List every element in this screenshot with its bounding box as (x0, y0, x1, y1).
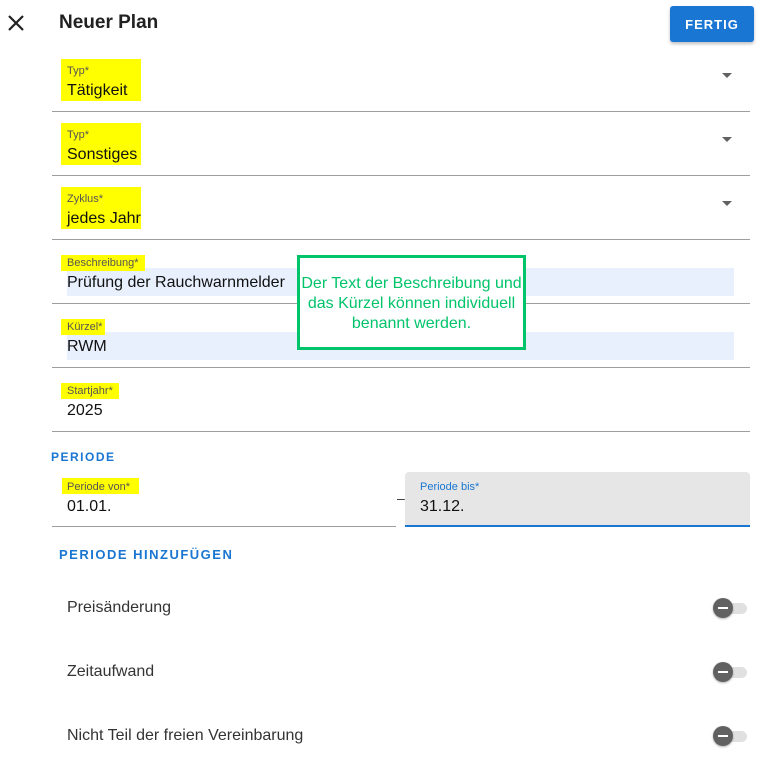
dropdown-arrow-icon (722, 73, 732, 78)
toggle-row-time-effort: Zeitaufwand (67, 657, 757, 687)
dropdown-arrow-icon (722, 201, 732, 206)
toggle-label: Preisänderung (67, 599, 172, 616)
type-value: Tätigkeit (67, 82, 128, 99)
add-period-button[interactable]: PERIODE HINZUFÜGEN (59, 547, 233, 562)
close-button[interactable] (4, 11, 28, 35)
period-separator: – (397, 490, 405, 506)
start-year-input[interactable]: 2025 (67, 402, 103, 420)
subtype-value: Sonstiges (67, 146, 138, 163)
start-year-field[interactable]: Startjahr* 2025 (52, 367, 750, 432)
description-input[interactable]: Prüfung der Rauchwarnmelder (67, 274, 285, 292)
page-title: Neuer Plan (59, 12, 159, 33)
toggle-label: Nicht Teil der freien Vereinbarung (67, 727, 304, 744)
type-select[interactable]: Typ* Tätigkeit (52, 47, 750, 112)
annotation-text: Der Text der Beschreibung und das Kürzel… (301, 274, 522, 332)
dropdown-arrow-icon (722, 137, 732, 142)
toggle-knob-minus-icon (713, 598, 733, 618)
period-from-field[interactable]: Periode von* 01.01. (52, 472, 396, 527)
toggle-row-price-change: Preisänderung (67, 593, 757, 623)
period-to-label: Periode bis* (420, 481, 480, 493)
period-to-field[interactable]: Periode bis* 31.12. (405, 472, 750, 527)
period-section-title: PERIODE (51, 450, 116, 464)
abbreviation-label: Kürzel* (67, 321, 103, 333)
annotation-callout: Der Text der Beschreibung und das Kürzel… (297, 255, 526, 350)
abbreviation-input[interactable]: RWM (67, 338, 107, 356)
toggle-label: Zeitaufwand (67, 663, 155, 680)
description-label: Beschreibung* (67, 257, 139, 269)
subtype-label: Typ* (67, 129, 90, 141)
type-label: Typ* (67, 65, 90, 77)
period-from-label: Periode von* (67, 481, 130, 493)
period-to-input[interactable]: 31.12. (420, 498, 464, 516)
period-from-input[interactable]: 01.01. (67, 498, 111, 516)
close-icon (8, 15, 24, 31)
cycle-value: jedes Jahr (67, 210, 141, 227)
time-effort-toggle[interactable] (713, 661, 751, 683)
toggle-knob-minus-icon (713, 726, 733, 746)
start-year-label: Startjahr* (67, 385, 113, 397)
cycle-select[interactable]: Zyklus* jedes Jahr (52, 175, 750, 240)
done-button[interactable]: FERTIG (670, 6, 754, 42)
toggle-knob-minus-icon (713, 662, 733, 682)
not-free-agreement-toggle[interactable] (713, 725, 751, 747)
subtype-select[interactable]: Typ* Sonstiges (52, 111, 750, 176)
price-change-toggle[interactable] (713, 597, 751, 619)
cycle-label: Zyklus* (67, 193, 104, 205)
toggle-row-not-free-agreement: Nicht Teil der freien Vereinbarung (67, 721, 757, 751)
